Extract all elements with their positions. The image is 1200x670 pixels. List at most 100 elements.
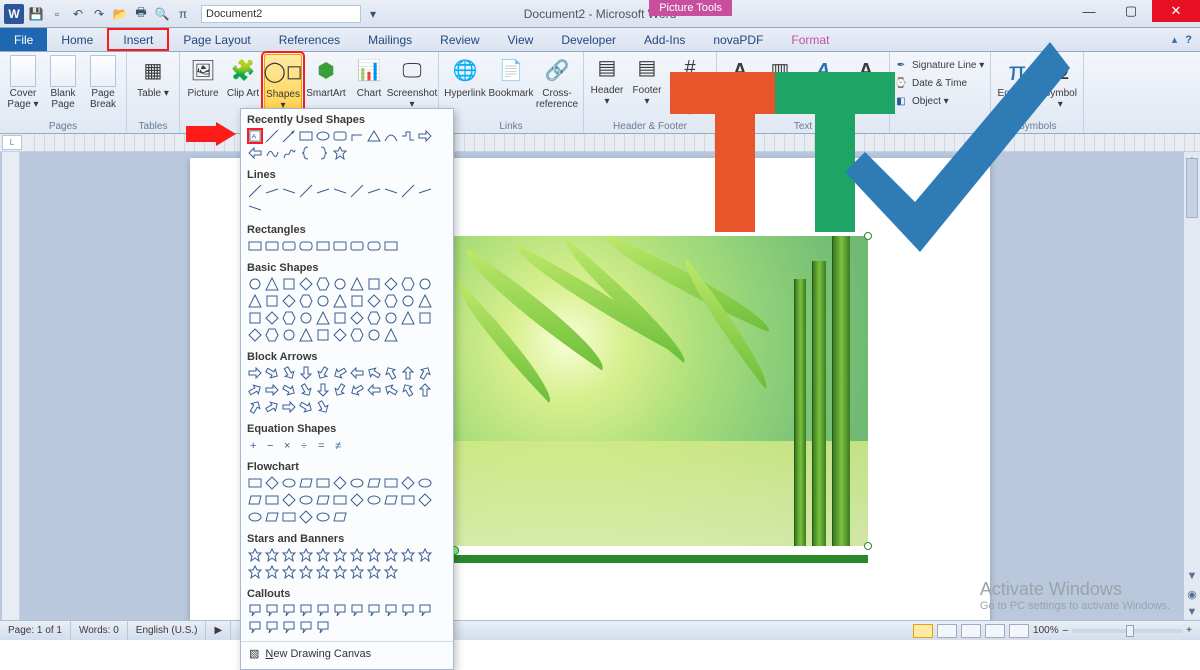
status-macro-icon[interactable]: ▶ bbox=[206, 621, 231, 640]
shape-line-11[interactable] bbox=[247, 200, 263, 216]
shape-call-9[interactable] bbox=[400, 602, 416, 618]
shape-rect-8[interactable] bbox=[383, 238, 399, 254]
shape-arrow-18[interactable] bbox=[366, 382, 382, 398]
shape-arrow-1[interactable] bbox=[264, 365, 280, 381]
shape-basic-30[interactable] bbox=[383, 310, 399, 326]
shape-arrow-15[interactable] bbox=[315, 382, 331, 398]
shape-basic-7[interactable] bbox=[366, 276, 382, 292]
shape-basic-40[interactable] bbox=[366, 327, 382, 343]
footer-button[interactable]: ▤Footer ▾ bbox=[628, 51, 666, 109]
close-button[interactable]: ✕ bbox=[1152, 0, 1200, 22]
shape-block-arrow-l[interactable] bbox=[247, 145, 263, 161]
shape-rect-3[interactable] bbox=[298, 238, 314, 254]
status-words[interactable]: Words: 0 bbox=[71, 621, 128, 640]
shape-basic-22[interactable] bbox=[247, 310, 263, 326]
hyperlink-button[interactable]: 🌐Hyperlink bbox=[443, 54, 487, 101]
tab-references[interactable]: References bbox=[265, 28, 354, 51]
view-full-screen[interactable] bbox=[937, 624, 957, 638]
shape-call-8[interactable] bbox=[383, 602, 399, 618]
view-print-layout[interactable] bbox=[913, 624, 933, 638]
shape-line-9[interactable] bbox=[400, 183, 416, 199]
shape-arrow-12[interactable] bbox=[264, 382, 280, 398]
shape-rect-1[interactable] bbox=[264, 238, 280, 254]
shape-flow-5[interactable] bbox=[332, 475, 348, 491]
shape-call-2[interactable] bbox=[281, 602, 297, 618]
shape-flow-18[interactable] bbox=[366, 492, 382, 508]
shape-star-5[interactable] bbox=[332, 547, 348, 563]
shape-arrow-line[interactable] bbox=[281, 128, 297, 144]
shape-arrow-2[interactable] bbox=[281, 365, 297, 381]
shape-line-7[interactable] bbox=[366, 183, 382, 199]
shape-basic-28[interactable] bbox=[349, 310, 365, 326]
tab-review[interactable]: Review bbox=[426, 28, 493, 51]
shape-eq-4[interactable]: = bbox=[315, 437, 331, 453]
shape-basic-11[interactable] bbox=[247, 293, 263, 309]
shape-rect-4[interactable] bbox=[315, 238, 331, 254]
shape-flow-24[interactable] bbox=[281, 509, 297, 525]
shape-star-1[interactable] bbox=[264, 547, 280, 563]
shape-basic-38[interactable] bbox=[332, 327, 348, 343]
clipart-button[interactable]: 🧩Clip Art bbox=[224, 54, 262, 101]
chart-button[interactable]: 📊Chart bbox=[350, 54, 388, 101]
shape-call-5[interactable] bbox=[332, 602, 348, 618]
shape-flow-17[interactable] bbox=[349, 492, 365, 508]
header-button[interactable]: ▤Header ▾ bbox=[588, 51, 626, 109]
shape-flow-3[interactable] bbox=[298, 475, 314, 491]
shape-arrow-6[interactable] bbox=[349, 365, 365, 381]
zoom-slider[interactable] bbox=[1072, 629, 1182, 633]
signature-line-button[interactable]: ✒Signature Line ▾ bbox=[894, 56, 984, 74]
datetime-button[interactable]: ⌚Date & Time bbox=[894, 74, 984, 92]
shape-basic-6[interactable] bbox=[349, 276, 365, 292]
vertical-ruler[interactable] bbox=[2, 152, 20, 620]
shape-flow-13[interactable] bbox=[281, 492, 297, 508]
shapes-button[interactable]: ◯◻Shapes ▾ bbox=[264, 54, 302, 114]
shape-flow-6[interactable] bbox=[349, 475, 365, 491]
status-language[interactable]: English (U.S.) bbox=[128, 621, 207, 640]
horizontal-ruler[interactable]: L bbox=[0, 134, 1200, 152]
shape-line-5[interactable] bbox=[332, 183, 348, 199]
shape-star-10[interactable] bbox=[417, 547, 433, 563]
shape-flow-12[interactable] bbox=[264, 492, 280, 508]
shape-basic-23[interactable] bbox=[264, 310, 280, 326]
quickparts-button[interactable]: ▥Quick Parts ▾ bbox=[761, 54, 799, 112]
shape-flow-16[interactable] bbox=[332, 492, 348, 508]
qat-preview-icon[interactable]: 🔍 bbox=[153, 5, 171, 23]
symbol-button[interactable]: ΩSymbol ▾ bbox=[1041, 54, 1079, 112]
shape-flow-21[interactable] bbox=[417, 492, 433, 508]
zoom-level[interactable]: 100% bbox=[1033, 625, 1059, 636]
shape-arrow-24[interactable] bbox=[281, 399, 297, 415]
qat-undo-icon[interactable]: ↶ bbox=[69, 5, 87, 23]
shape-rect-7[interactable] bbox=[366, 238, 382, 254]
shapes-gallery-dropdown[interactable]: Recently Used Shapes A Lines Rectangles … bbox=[240, 108, 454, 670]
shape-star-14[interactable] bbox=[298, 564, 314, 580]
shape-basic-34[interactable] bbox=[264, 327, 280, 343]
shape-basic-35[interactable] bbox=[281, 327, 297, 343]
shape-flow-7[interactable] bbox=[366, 475, 382, 491]
shape-basic-29[interactable] bbox=[366, 310, 382, 326]
shape-basic-20[interactable] bbox=[400, 293, 416, 309]
shape-flow-22[interactable] bbox=[247, 509, 263, 525]
shape-star-9[interactable] bbox=[400, 547, 416, 563]
crossref-button[interactable]: 🔗Cross-reference bbox=[535, 54, 579, 112]
shape-line-6[interactable] bbox=[349, 183, 365, 199]
shape-arrow-20[interactable] bbox=[400, 382, 416, 398]
shape-call-0[interactable] bbox=[247, 602, 263, 618]
shape-eq-5[interactable]: ≠ bbox=[332, 437, 348, 453]
shape-rect-5[interactable] bbox=[332, 238, 348, 254]
minimize-button[interactable]: — bbox=[1068, 0, 1110, 22]
object-button[interactable]: ◧Object ▾ bbox=[894, 92, 984, 110]
shape-flow-4[interactable] bbox=[315, 475, 331, 491]
scroll-down-arrow-icon[interactable]: ▼ bbox=[1184, 568, 1200, 584]
shape-star-6[interactable] bbox=[349, 547, 365, 563]
shape-star-18[interactable] bbox=[366, 564, 382, 580]
shape-call-6[interactable] bbox=[349, 602, 365, 618]
shape-basic-12[interactable] bbox=[264, 293, 280, 309]
tab-view[interactable]: View bbox=[494, 28, 548, 51]
shape-basic-3[interactable] bbox=[298, 276, 314, 292]
shape-eq-1[interactable]: − bbox=[264, 437, 280, 453]
shape-arrow-23[interactable] bbox=[264, 399, 280, 415]
picture-button[interactable]: 🖼Picture bbox=[184, 54, 222, 101]
shape-arrow-21[interactable] bbox=[417, 382, 433, 398]
tab-developer[interactable]: Developer bbox=[547, 28, 630, 51]
zoom-out-button[interactable]: – bbox=[1063, 625, 1069, 636]
